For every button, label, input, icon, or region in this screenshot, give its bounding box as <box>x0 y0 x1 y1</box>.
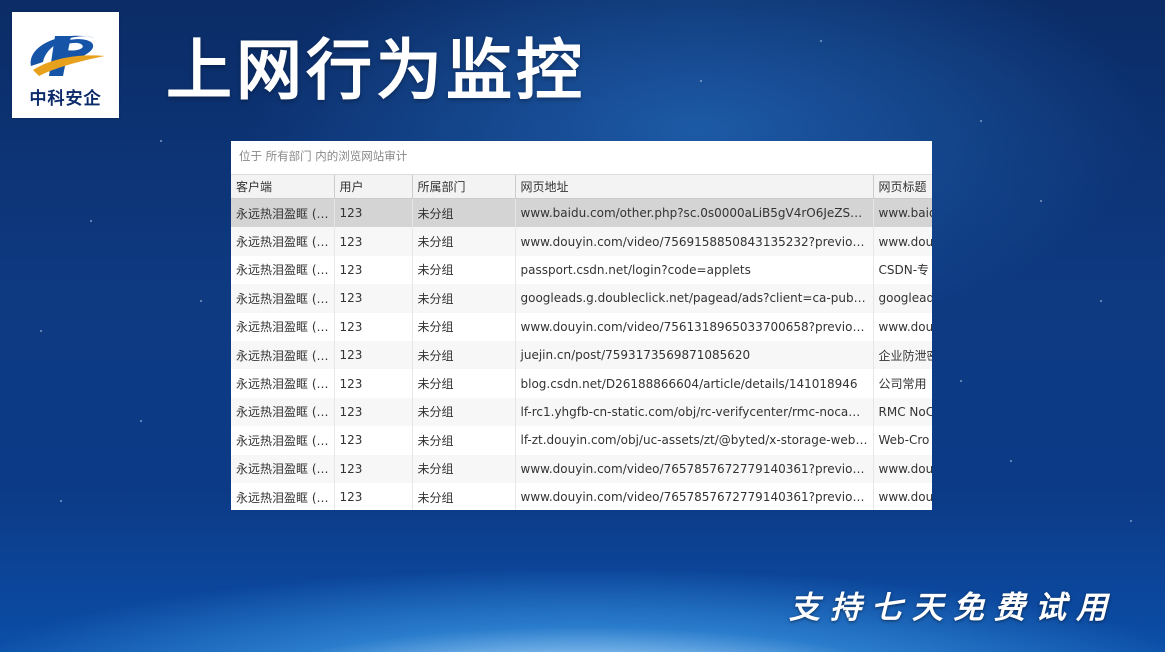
cell-client: 永远热泪盈眶 (1... <box>231 397 335 427</box>
cell-user: 123 <box>334 482 413 510</box>
cell-department: 未分组 <box>412 426 516 455</box>
table-row[interactable]: 永远热泪盈眶 (1... 123 未分组 blog.csdn.net/D2618886… <box>231 369 932 398</box>
table-header-row: 客户端 用户 所属部门 网页地址 网页标题 <box>231 175 932 199</box>
cell-page-title: 公司常用 <box>878 377 927 392</box>
cell-url: www.douyin.com/video/7657857672779140361… <box>515 454 874 483</box>
cell-page-title: www.baid <box>873 198 932 228</box>
cell-client: 永远热泪盈眶 (1... <box>231 312 335 341</box>
table-row[interactable]: 永远热泪盈眶 (1... 123 未分组 lf-rc1.yhgfb-cn-static… <box>231 397 932 427</box>
table-row[interactable]: 永远热泪盈眶 (1... 123 未分组 googleads.g.doubleclic… <box>231 284 932 313</box>
cell-department: 未分组 <box>412 255 516 285</box>
cell-department: 未分组 <box>412 312 516 341</box>
cell-url: lf-zt.douyin.com/obj/uc-assets/zt/@byted… <box>515 426 874 455</box>
column-header-page-title[interactable]: 网页标题 <box>873 175 932 199</box>
column-header-department[interactable]: 所属部门 <box>412 175 516 199</box>
cell-department: 未分组 <box>412 397 516 427</box>
cell-page-title: www.dou <box>873 227 932 256</box>
cell-url: blog.csdn.net/D26188866604/article/detai… <box>515 369 874 398</box>
cell-url: www.douyin.com/video/7561318965033700658… <box>515 312 874 341</box>
cell-page-title: www.dou <box>878 319 933 334</box>
cell-client: 永远热泪盈眶 (1... <box>231 284 335 313</box>
cell-client: 永远热泪盈眶 (1... <box>231 426 335 455</box>
cell-user: 123 <box>334 426 413 455</box>
cell-url: passport.csdn.net/login?code=applets <box>515 255 874 285</box>
cell-department: 未分组 <box>412 454 516 483</box>
cell-user: 123 <box>334 369 413 398</box>
cell-url: lf-rc1.yhgfb-cn-static.com/obj/rc-verify… <box>515 397 874 427</box>
cell-url: www.douyin.com/video/7569158850843135232… <box>515 227 874 256</box>
cell-department: 未分组 <box>412 340 516 370</box>
cell-url: www.douyin.com/video/7657857672779140361… <box>515 482 874 510</box>
cell-user: 123 <box>334 312 413 341</box>
cell-page-title: CSDN-专 <box>878 263 930 278</box>
table-row[interactable]: 永远热泪盈眶 (1... 123 未分组 www.douyin.com/video/7… <box>231 312 933 341</box>
cell-user: 123 <box>334 284 413 313</box>
cell-page-title: www.dou <box>873 454 932 483</box>
cell-user: 123 <box>334 397 413 427</box>
cell-page-title: RMC NoC <box>873 397 932 427</box>
cell-client: 永远热泪盈眶 (1... <box>231 482 335 510</box>
column-header-url[interactable]: 网页地址 <box>515 175 874 199</box>
cell-client: 永远热泪盈眶 (1... <box>231 340 335 370</box>
table-row[interactable]: 永远热泪盈眶 (1... 123 未分组 www.douyin.com/video/7… <box>231 454 932 483</box>
panel-header: 位于 所有部门 内的浏览网站审计 <box>231 141 932 175</box>
cell-client: 永远热泪盈眶 (1... <box>231 255 335 285</box>
cell-page-title: www.dou <box>878 490 933 505</box>
cell-url: www.baidu.com/other.php?sc.0s0000aLiB5gV… <box>515 198 874 228</box>
cell-page-title: Web-Cro <box>878 433 930 448</box>
cell-url: googleads.g.doubleclick.net/pagead/ads?c… <box>515 284 874 313</box>
cell-department: 未分组 <box>412 369 516 398</box>
cell-department: 未分组 <box>412 227 516 256</box>
cell-department: 未分组 <box>412 482 516 510</box>
cell-user: 123 <box>334 454 413 483</box>
cell-client: 永远热泪盈眶 (1... <box>231 198 335 228</box>
cell-user: 123 <box>334 198 413 228</box>
cell-user: 123 <box>334 255 413 285</box>
cell-page-title: googlead <box>873 284 932 313</box>
table-row[interactable]: 永远热泪盈眶 (1... 123 未分组 lf-zt.douyin.com/obj/u… <box>231 426 932 455</box>
table-row[interactable]: 永远热泪盈眶 (1... 123 未分组 juejin.cn/post/7593173… <box>231 340 932 370</box>
cell-client: 永远热泪盈眶 (1... <box>231 369 335 398</box>
table-row[interactable]: 永远热泪盈眶 (1... 123 未分组 passport.csdn.net/logi… <box>231 255 932 285</box>
cell-department: 未分组 <box>412 284 516 313</box>
cell-page-title: 企业防泄密 <box>873 340 932 370</box>
cell-department: 未分组 <box>412 198 516 228</box>
cell-client: 永远热泪盈眶 (1... <box>231 454 335 483</box>
company-logo: 中科安企 <box>12 12 119 118</box>
audit-panel: 位于 所有部门 内的浏览网站审计 客户端 用户 所属部门 网页地址 网页标题 永… <box>231 141 932 510</box>
cell-client: 永远热泪盈眶 (1... <box>231 227 335 256</box>
table-row[interactable]: 永远热泪盈眶 (1... 123 未分组 www.douyin.com/video/7… <box>231 482 933 510</box>
page-title: 上网行为监控 <box>166 32 586 109</box>
free-trial-slogan: 支持七天免费试用 <box>789 590 1117 626</box>
column-header-user[interactable]: 用户 <box>334 175 413 199</box>
cell-user: 123 <box>334 340 413 370</box>
logo-emblem-icon <box>30 35 105 76</box>
column-header-client[interactable]: 客户端 <box>231 175 335 199</box>
table-row[interactable]: 永远热泪盈眶 (1... 123 未分组 www.douyin.com/video/7… <box>231 227 932 256</box>
cell-user: 123 <box>334 227 413 256</box>
audit-table: 客户端 用户 所属部门 网页地址 网页标题 永远热泪盈眶 (1... 123 未分组… <box>231 175 932 510</box>
table-row[interactable]: 永远热泪盈眶 (1... 123 未分组 www.baidu.com/other.ph… <box>231 198 932 228</box>
cell-url: juejin.cn/post/7593173569871085620 <box>515 340 874 370</box>
logo-text: 中科安企 <box>29 89 102 109</box>
